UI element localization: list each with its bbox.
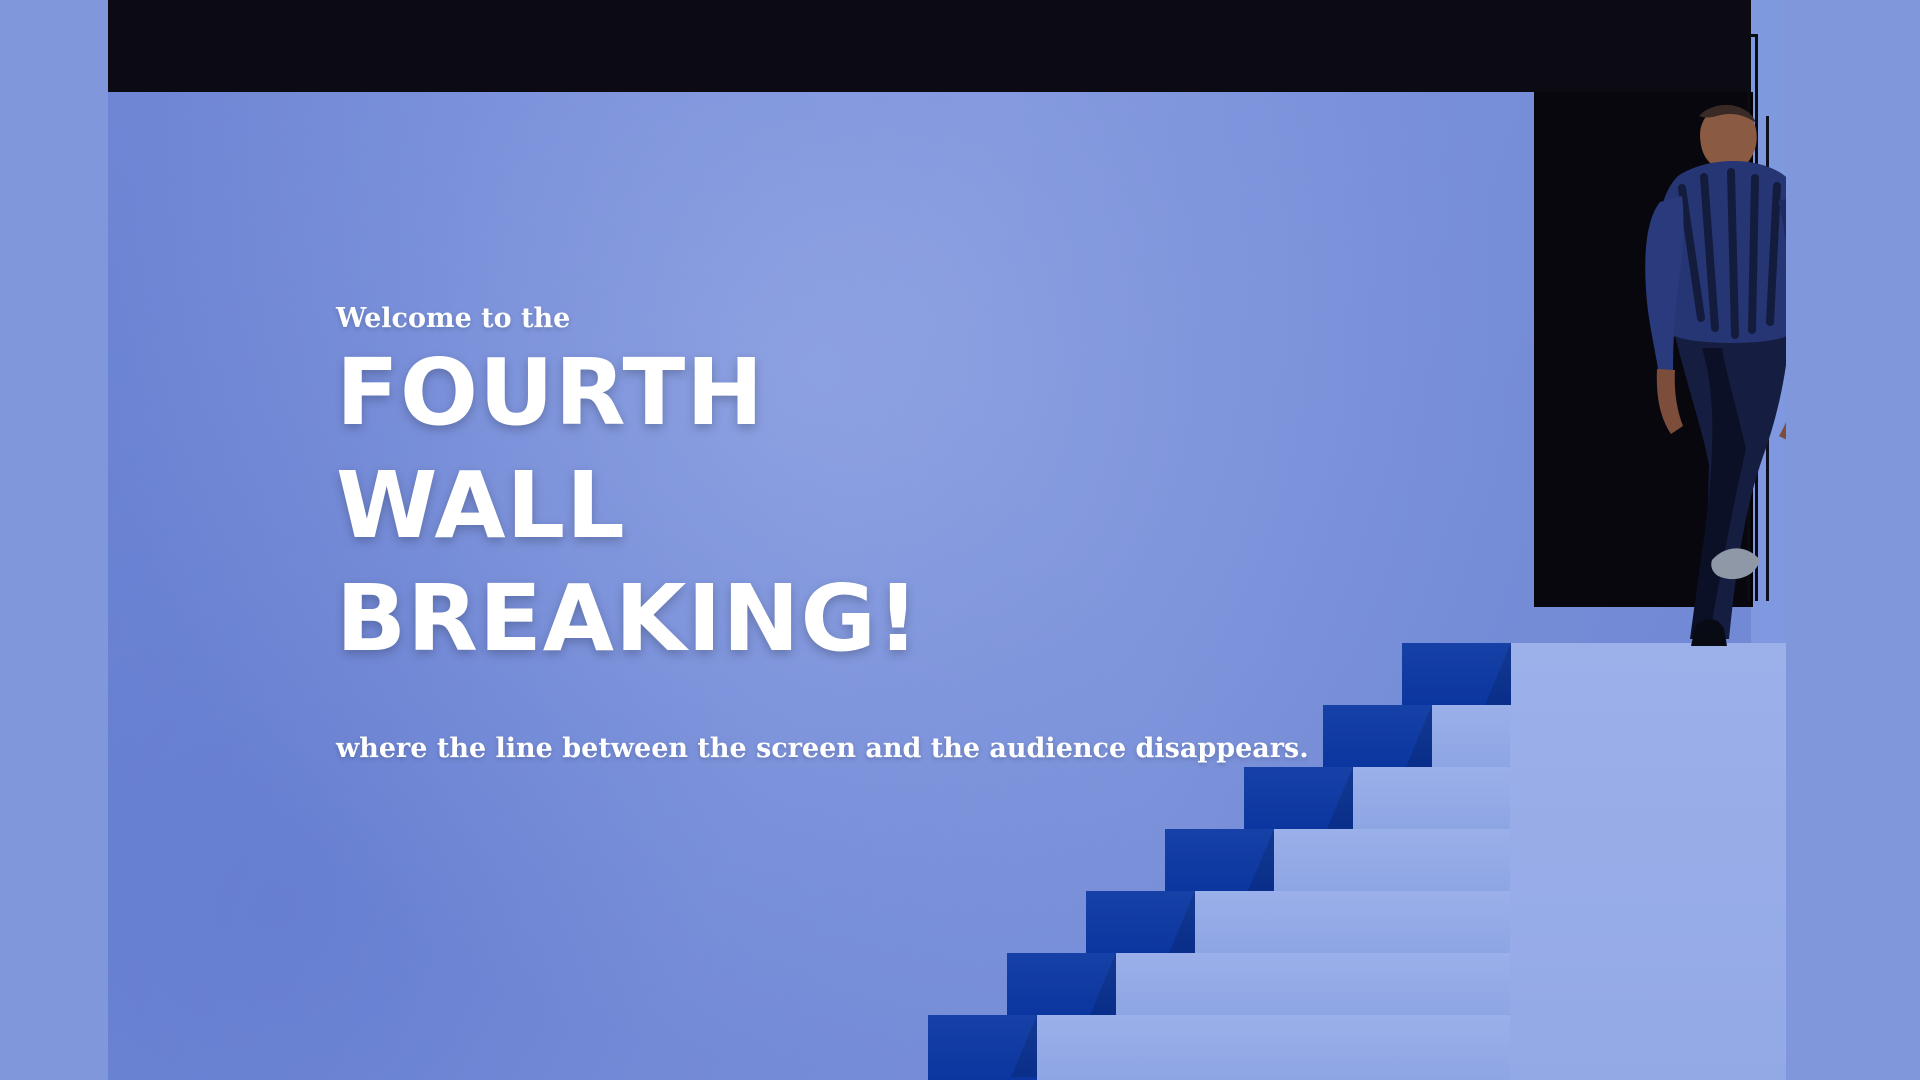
page: Welcome to the FOURTH WALL BREAKING! whe… bbox=[0, 0, 1920, 1080]
stair-step-5 bbox=[1086, 891, 1195, 953]
hero-title: FOURTH WALL BREAKING! bbox=[336, 336, 1316, 675]
top-dark-band bbox=[108, 0, 1751, 92]
hero-title-line-1: FOURTH bbox=[336, 339, 765, 446]
stair-step-7 bbox=[928, 1015, 1037, 1080]
hero-subtitle: where the line between the screen and th… bbox=[336, 732, 1309, 764]
hero-title-line-2: WALL bbox=[336, 452, 626, 559]
stair-step-4 bbox=[1165, 829, 1274, 891]
stair-landing bbox=[1510, 643, 1786, 1080]
stair-step-6 bbox=[1007, 953, 1116, 1015]
walking-man-illustration bbox=[1645, 104, 1786, 646]
stair-step-3 bbox=[1244, 767, 1353, 829]
stair-step-1 bbox=[1402, 643, 1511, 705]
stair-step-2 bbox=[1323, 705, 1432, 767]
hero-eyebrow: Welcome to the bbox=[336, 303, 571, 334]
hero-section: Welcome to the FOURTH WALL BREAKING! whe… bbox=[108, 0, 1786, 1080]
hero-title-line-3: BREAKING! bbox=[336, 565, 920, 672]
stair-shadow-block-7 bbox=[962, 1015, 1510, 1080]
hero-text-group: Welcome to the FOURTH WALL BREAKING! whe… bbox=[336, 304, 1316, 765]
